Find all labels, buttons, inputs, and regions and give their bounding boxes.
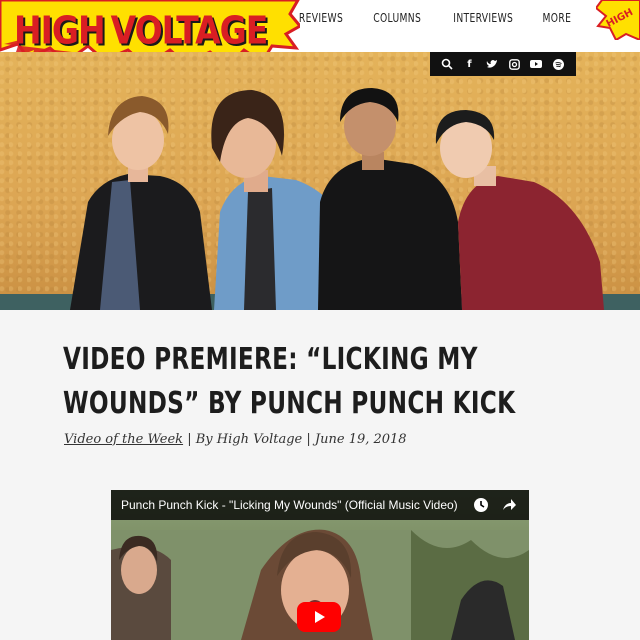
article-author: By High Voltage xyxy=(195,432,303,447)
nav-item-interviews[interactable]: INTERVIEWS xyxy=(453,11,513,25)
byline-separator: | xyxy=(187,432,196,447)
band-member-4 xyxy=(435,110,604,310)
article-byline: Video of the Week | By High Voltage | Ju… xyxy=(64,432,407,447)
article-title: VIDEO PREMIERE: “LICKING MY WOUNDS” BY P… xyxy=(63,342,516,421)
band-member-3 xyxy=(318,88,462,310)
play-icon xyxy=(315,611,325,623)
nav-item-more[interactable]: MORE xyxy=(543,11,572,25)
video-title[interactable]: Punch Punch Kick - "Licking My Wounds" (… xyxy=(121,498,458,512)
play-button[interactable] xyxy=(297,602,341,632)
facebook-icon[interactable]: f xyxy=(462,57,476,71)
video-title-bar: Punch Punch Kick - "Licking My Wounds" (… xyxy=(111,490,529,520)
band-member-1 xyxy=(70,96,212,310)
byline-separator: | xyxy=(306,432,315,447)
corner-badge[interactable]: HIGH xyxy=(596,0,640,40)
main-nav: REVIEWS COLUMNS INTERVIEWS MORE xyxy=(295,0,574,36)
site-header: HIGH VOLTAGE REVIEWS COLUMNS INTERVIEWS … xyxy=(0,0,640,70)
search-icon[interactable] xyxy=(440,57,454,71)
article-date: June 19, 2018 xyxy=(314,432,407,447)
nav-item-columns[interactable]: COLUMNS xyxy=(374,11,422,25)
band-members xyxy=(70,88,604,310)
social-bar: f xyxy=(430,52,576,76)
category-link[interactable]: Video of the Week xyxy=(64,432,183,447)
logo-word-high: HIGH xyxy=(14,7,106,53)
logo-word-voltage: VOLTAGE xyxy=(110,7,269,53)
hero-band-photo xyxy=(0,52,640,310)
logo-text: HIGH VOLTAGE xyxy=(14,2,269,57)
spotify-icon[interactable] xyxy=(552,57,566,71)
nav-item-reviews[interactable]: REVIEWS xyxy=(299,11,343,25)
watch-later-icon[interactable] xyxy=(473,497,489,513)
corner-badge-shape: HIGH xyxy=(596,0,640,40)
video-embed[interactable]: Punch Punch Kick - "Licking My Wounds" (… xyxy=(111,490,529,640)
instagram-icon[interactable] xyxy=(507,57,521,71)
twitter-icon[interactable] xyxy=(485,57,499,71)
share-icon[interactable] xyxy=(501,497,517,513)
youtube-icon[interactable] xyxy=(529,57,543,71)
